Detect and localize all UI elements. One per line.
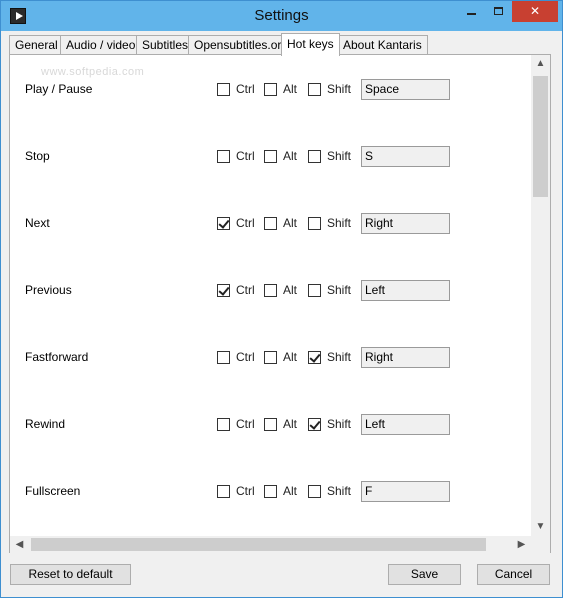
hotkey-row-stop: Stop Ctrl Alt Shift S: [10, 146, 531, 168]
ctrl-checkbox[interactable]: [217, 284, 230, 297]
vertical-scroll-thumb[interactable]: [533, 76, 548, 197]
tab-about-kantaris[interactable]: About Kantaris: [337, 35, 428, 55]
hotkey-row-previous: Previous Ctrl Alt Shift Left: [10, 280, 531, 302]
ctrl-checkbox[interactable]: [217, 217, 230, 230]
hotkeys-list: www.softpedia.com Play / Pause Ctrl Alt …: [10, 55, 531, 536]
shift-checkbox[interactable]: [308, 217, 321, 230]
key-field[interactable]: Left: [361, 414, 450, 435]
watermark: www.softpedia.com: [41, 66, 145, 78]
key-field[interactable]: F: [361, 481, 450, 502]
alt-label: Alt: [283, 484, 298, 498]
cancel-button[interactable]: Cancel: [477, 564, 550, 585]
tab-opensubtitles[interactable]: Opensubtitles.org: [188, 35, 295, 55]
alt-checkbox[interactable]: [264, 83, 277, 96]
ctrl-label: Ctrl: [236, 283, 255, 297]
alt-checkbox[interactable]: [264, 418, 277, 431]
tab-hot-keys[interactable]: Hot keys: [281, 33, 340, 56]
scroll-right-icon[interactable]: ▶: [512, 536, 531, 553]
ctrl-checkbox[interactable]: [217, 485, 230, 498]
alt-checkbox[interactable]: [264, 284, 277, 297]
alt-label: Alt: [283, 149, 298, 163]
alt-checkbox[interactable]: [264, 485, 277, 498]
shift-label: Shift: [327, 216, 352, 230]
horizontal-scroll-thumb[interactable]: [31, 538, 486, 551]
hotkey-row-fastforward: Fastforward Ctrl Alt Shift Right: [10, 347, 531, 369]
ctrl-label: Ctrl: [236, 216, 255, 230]
title-bar[interactable]: Settings ✕: [1, 1, 562, 31]
ctrl-checkbox[interactable]: [217, 150, 230, 163]
hotkey-label: Previous: [25, 283, 72, 297]
ctrl-checkbox[interactable]: [217, 351, 230, 364]
hot-keys-panel: www.softpedia.com Play / Pause Ctrl Alt …: [9, 54, 551, 553]
hotkey-label: Next: [25, 216, 50, 230]
scroll-up-icon[interactable]: ▲: [531, 55, 550, 73]
close-button[interactable]: ✕: [512, 1, 558, 22]
key-field[interactable]: Right: [361, 213, 450, 234]
close-icon: ✕: [529, 4, 541, 18]
shift-checkbox[interactable]: [308, 284, 321, 297]
minimize-button[interactable]: [458, 1, 484, 22]
scroll-left-icon[interactable]: ◀: [10, 536, 29, 553]
key-field[interactable]: S: [361, 146, 450, 167]
key-field[interactable]: Space: [361, 79, 450, 100]
hotkey-row-next: Next Ctrl Alt Shift Right: [10, 213, 531, 235]
hotkey-row-play-pause: Play / Pause Ctrl Alt Shift Space: [10, 79, 531, 101]
alt-checkbox[interactable]: [264, 217, 277, 230]
ctrl-label: Ctrl: [236, 350, 255, 364]
alt-label: Alt: [283, 350, 298, 364]
scroll-down-icon[interactable]: ▼: [531, 518, 550, 536]
ctrl-label: Ctrl: [236, 417, 255, 431]
ctrl-label: Ctrl: [236, 484, 255, 498]
maximize-icon: [493, 7, 503, 15]
shift-label: Shift: [327, 283, 352, 297]
save-button[interactable]: Save: [388, 564, 461, 585]
hotkey-label: Fastforward: [25, 350, 89, 364]
hotkey-label: Stop: [25, 149, 50, 163]
scroll-corner: [531, 536, 550, 553]
hotkey-row-rewind: Rewind Ctrl Alt Shift Left: [10, 414, 531, 436]
alt-label: Alt: [283, 283, 298, 297]
alt-checkbox[interactable]: [264, 351, 277, 364]
reset-to-default-button[interactable]: Reset to default: [10, 564, 131, 585]
alt-checkbox[interactable]: [264, 150, 277, 163]
ctrl-label: Ctrl: [236, 82, 255, 96]
hotkey-label: Rewind: [25, 417, 66, 431]
hotkey-label: Play / Pause: [25, 82, 93, 96]
alt-label: Alt: [283, 82, 298, 96]
key-field[interactable]: Left: [361, 280, 450, 301]
hotkey-label: Fullscreen: [25, 484, 81, 498]
shift-checkbox[interactable]: [308, 150, 321, 163]
ctrl-label: Ctrl: [236, 149, 255, 163]
shift-label: Shift: [327, 82, 352, 96]
shift-label: Shift: [327, 484, 352, 498]
hotkey-row-fullscreen: Fullscreen Ctrl Alt Shift F: [10, 481, 531, 503]
tab-subtitles[interactable]: Subtitles: [136, 35, 195, 55]
shift-checkbox[interactable]: [308, 83, 321, 96]
shift-checkbox[interactable]: [308, 485, 321, 498]
shift-checkbox[interactable]: [308, 351, 321, 364]
vertical-scrollbar[interactable]: ▲ ▼: [531, 55, 550, 536]
alt-label: Alt: [283, 216, 298, 230]
shift-label: Shift: [327, 149, 352, 163]
shift-checkbox[interactable]: [308, 418, 321, 431]
shift-label: Shift: [327, 417, 352, 431]
tab-audio-video[interactable]: Audio / video: [60, 35, 142, 55]
ctrl-checkbox[interactable]: [217, 83, 230, 96]
ctrl-checkbox[interactable]: [217, 418, 230, 431]
key-field[interactable]: Right: [361, 347, 450, 368]
settings-window: Settings ✕ General Audio / video Subtitl…: [0, 0, 563, 598]
minimize-icon: [466, 13, 476, 15]
tab-general[interactable]: General: [9, 35, 64, 55]
maximize-button[interactable]: [485, 1, 511, 22]
alt-label: Alt: [283, 417, 298, 431]
horizontal-scrollbar[interactable]: ◀ ▶: [10, 536, 531, 553]
shift-label: Shift: [327, 350, 352, 364]
